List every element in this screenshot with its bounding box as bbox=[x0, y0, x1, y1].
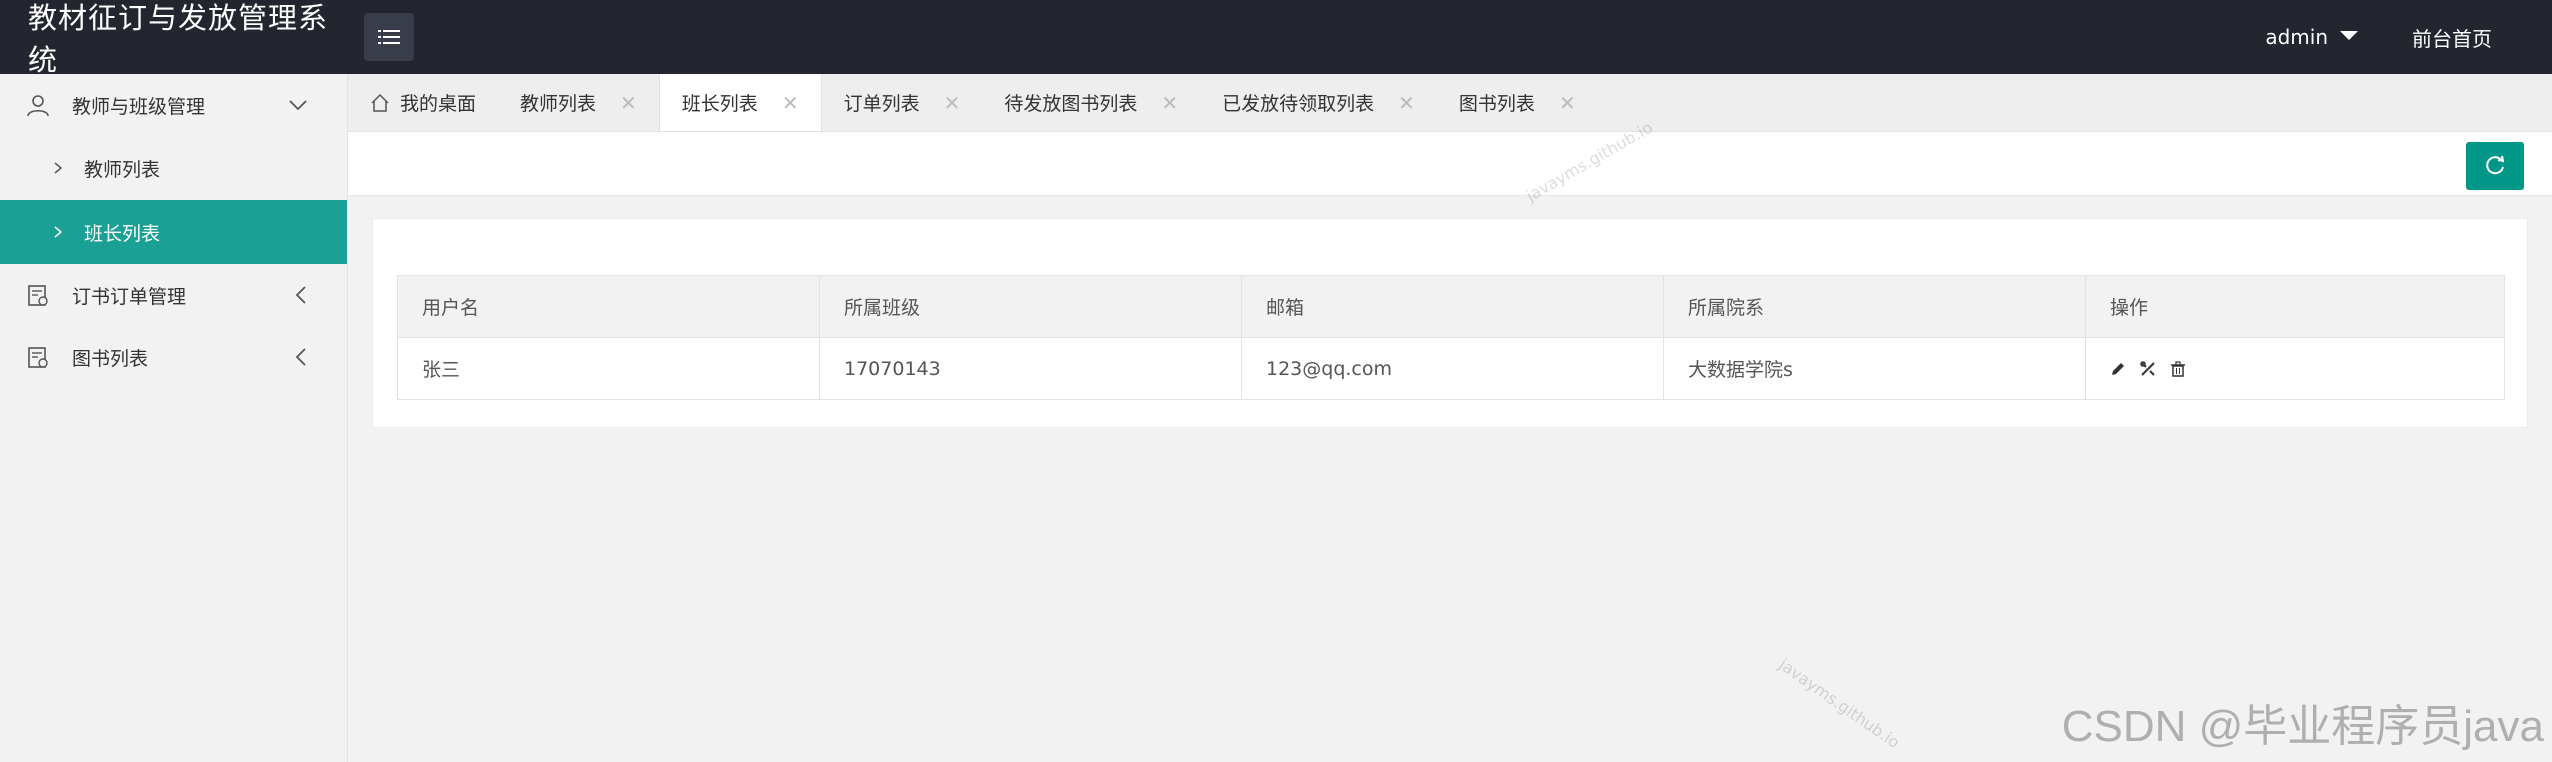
sidebar-group-label: 订书订单管理 bbox=[72, 285, 187, 308]
column-header: 邮箱 bbox=[1241, 275, 1664, 338]
chevron-left-icon bbox=[295, 348, 306, 366]
watermark: javayms.github.io bbox=[1775, 654, 1904, 753]
sidebar-group-teacher-class[interactable]: 教师与班级管理 bbox=[0, 74, 347, 136]
refresh-button[interactable] bbox=[2466, 142, 2524, 190]
sidebar-group-label: 教师与班级管理 bbox=[72, 95, 206, 118]
tab-order-list[interactable]: 订单列表 ✕ bbox=[822, 74, 983, 131]
column-header: 操作 bbox=[2085, 275, 2505, 338]
header-right: admin 前台首页 bbox=[2241, 0, 2552, 74]
tab-my-desktop[interactable]: 我的桌面 bbox=[348, 74, 498, 131]
cell-department: 大数据学院s bbox=[1663, 337, 2086, 400]
close-icon[interactable]: ✕ bbox=[944, 93, 961, 113]
tab-teacher-list[interactable]: 教师列表 ✕ bbox=[498, 74, 659, 131]
caret-down-icon bbox=[2340, 30, 2358, 40]
sidebar: 教师与班级管理 教师列表 班长列表 订书订单管理 图书列表 bbox=[0, 74, 348, 762]
sidebar-group-order-management[interactable]: 订书订单管理 bbox=[0, 264, 347, 326]
user-icon bbox=[27, 95, 49, 117]
tab-label: 订单列表 bbox=[843, 93, 920, 115]
cell-email: 123@qq.com bbox=[1241, 337, 1664, 400]
tab-label: 班长列表 bbox=[681, 93, 758, 115]
close-icon[interactable]: ✕ bbox=[1161, 93, 1178, 113]
delete-button[interactable] bbox=[2170, 360, 2186, 377]
table-row: 张三 17070143 123@qq.com 大数据学院s bbox=[397, 337, 2505, 400]
monitor-table: 用户名 所属班级 邮箱 所属院系 操作 张三 17070143 123@qq.c… bbox=[397, 275, 2505, 400]
tab-pending-books[interactable]: 待发放图书列表 ✕ bbox=[982, 74, 1200, 131]
list-icon bbox=[378, 30, 400, 44]
tab-bar: 我的桌面 教师列表 ✕ 班长列表 ✕ 订单列表 ✕ 待发放图书列表 ✕ 已发放待… bbox=[348, 74, 2552, 132]
trash-icon bbox=[2171, 360, 2185, 377]
user-name: admin bbox=[2265, 25, 2328, 49]
user-menu[interactable]: admin bbox=[2241, 0, 2382, 74]
csdn-watermark: CSDN @毕业程序员java bbox=[2061, 702, 2544, 751]
calendar-icon bbox=[28, 285, 48, 306]
close-icon[interactable]: ✕ bbox=[1559, 93, 1576, 113]
chevron-down-icon bbox=[289, 100, 307, 111]
cell-actions bbox=[2085, 337, 2505, 400]
tab-book-list[interactable]: 图书列表 ✕ bbox=[1437, 74, 1598, 131]
sidebar-group-book-list[interactable]: 图书列表 bbox=[0, 326, 347, 388]
cell-username: 张三 bbox=[397, 337, 820, 400]
chevron-right-icon bbox=[54, 162, 62, 174]
tab-monitor-list[interactable]: 班长列表 ✕ bbox=[658, 74, 822, 131]
table-card: 用户名 所属班级 邮箱 所属院系 操作 张三 17070143 123@qq.c… bbox=[372, 218, 2528, 428]
tab-label: 已发放待领取列表 bbox=[1222, 93, 1375, 115]
sidebar-item-label: 教师列表 bbox=[84, 158, 161, 181]
column-header: 所属班级 bbox=[819, 275, 1242, 338]
close-icon[interactable]: ✕ bbox=[782, 93, 799, 113]
table-header-row: 用户名 所属班级 邮箱 所属院系 操作 bbox=[397, 275, 2505, 338]
cell-class: 17070143 bbox=[819, 337, 1242, 400]
edit-button[interactable] bbox=[2110, 361, 2126, 377]
sidebar-item-label: 班长列表 bbox=[84, 222, 161, 245]
column-header: 用户名 bbox=[397, 275, 820, 338]
home-icon bbox=[371, 93, 389, 112]
refresh-icon bbox=[2486, 155, 2505, 175]
sidebar-item-monitor-list[interactable]: 班长列表 bbox=[0, 200, 347, 264]
toolbar bbox=[348, 132, 2552, 196]
row-actions bbox=[2110, 360, 2480, 377]
settings-button[interactable] bbox=[2140, 360, 2156, 377]
menu-toggle-button[interactable] bbox=[364, 13, 414, 61]
chevron-right-icon bbox=[54, 226, 62, 238]
front-home-link[interactable]: 前台首页 bbox=[2382, 23, 2552, 52]
pencil-icon bbox=[2112, 362, 2124, 375]
app-title: 教材征订与发放管理系统 bbox=[28, 1, 329, 77]
main-content: 我的桌面 教师列表 ✕ 班长列表 ✕ 订单列表 ✕ 待发放图书列表 ✕ 已发放待… bbox=[348, 74, 2552, 762]
chevron-left-icon bbox=[295, 286, 306, 304]
sidebar-group-label: 图书列表 bbox=[72, 347, 149, 370]
tab-label: 图书列表 bbox=[1458, 93, 1535, 115]
tab-label: 待发放图书列表 bbox=[1004, 93, 1138, 115]
tools-icon bbox=[2140, 360, 2155, 376]
tab-label: 我的桌面 bbox=[400, 93, 477, 115]
tab-issued-unclaimed[interactable]: 已发放待领取列表 ✕ bbox=[1200, 74, 1437, 131]
calendar-icon bbox=[28, 347, 48, 368]
top-header: 教材征订与发放管理系统 admin 前台首页 bbox=[0, 0, 2552, 77]
close-icon[interactable]: ✕ bbox=[620, 93, 637, 113]
sidebar-item-teacher-list[interactable]: 教师列表 bbox=[0, 136, 347, 200]
column-header: 所属院系 bbox=[1663, 275, 2086, 338]
tab-label: 教师列表 bbox=[520, 93, 597, 115]
close-icon[interactable]: ✕ bbox=[1398, 93, 1415, 113]
